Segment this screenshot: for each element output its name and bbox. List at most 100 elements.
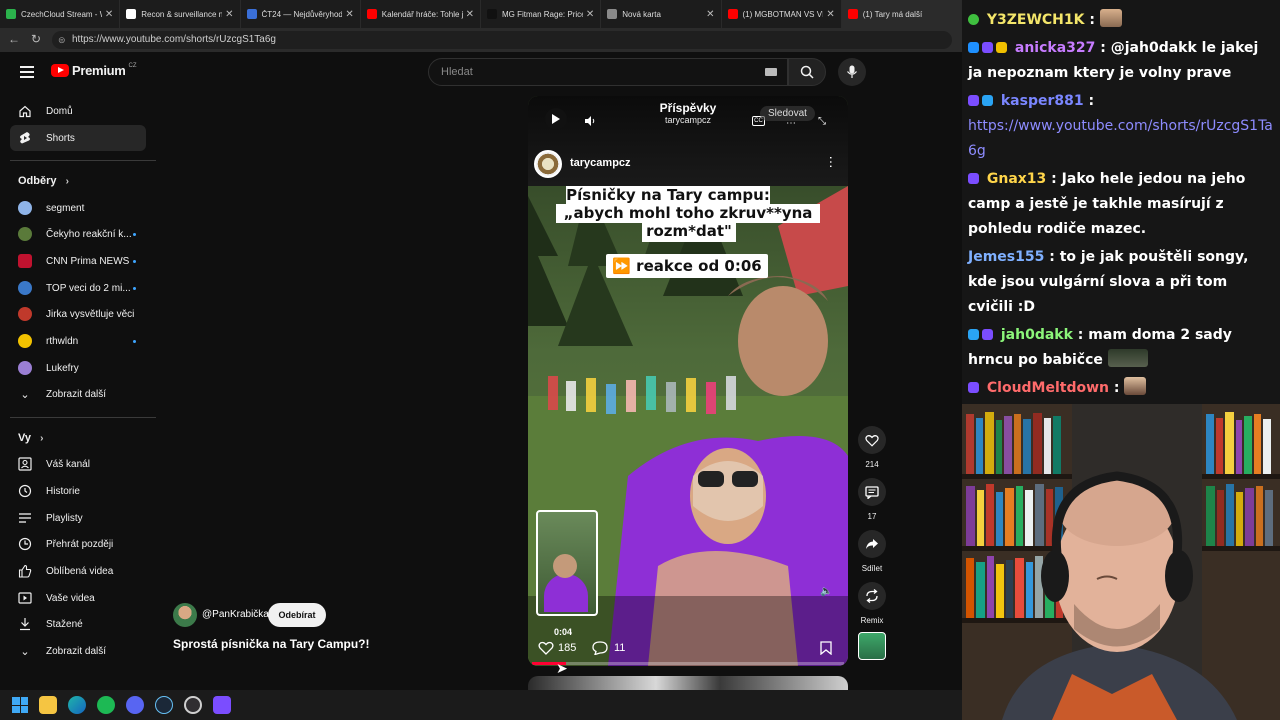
- more-vert-icon[interactable]: ⋯: [823, 156, 839, 169]
- reload-icon[interactable]: ↻: [31, 32, 41, 46]
- short-player[interactable]: Příspěvky tarycampcz CC Sledovat ⋯ ⤡ tar…: [528, 96, 848, 666]
- steam-icon[interactable]: [155, 696, 173, 714]
- windows-icon[interactable]: [12, 697, 28, 713]
- keyboard-icon[interactable]: [765, 68, 777, 76]
- you-heading[interactable]: Vy ›: [18, 432, 43, 444]
- app-icon[interactable]: [213, 696, 231, 714]
- audio-thumbnail[interactable]: [858, 632, 886, 660]
- browser-tab[interactable]: (1) MGBOTMAN VS VIDF✕: [722, 0, 842, 28]
- tab-title: (1) MGBOTMAN VS VIDF: [742, 9, 824, 19]
- obs-icon[interactable]: [184, 696, 202, 714]
- sidebar-item-label: Playlisty: [46, 512, 83, 524]
- sidebar-item-home[interactable]: Domů: [10, 98, 146, 124]
- browser-tab[interactable]: Nová karta ✕: [601, 0, 722, 28]
- sidebar-item-downloads[interactable]: Stažené: [10, 611, 146, 637]
- channel-avatar: [18, 227, 32, 241]
- next-short-preview[interactable]: [528, 676, 848, 690]
- close-icon[interactable]: ✕: [826, 9, 834, 20]
- url-text: https://www.youtube.com/shorts/rUzcgS1Ta…: [72, 34, 276, 45]
- chat-username[interactable]: jah0dakk: [1001, 327, 1073, 343]
- chat-username[interactable]: Y3ZEWCH1K: [987, 12, 1085, 28]
- sidebar-item-subscription[interactable]: rthwldn: [10, 328, 146, 354]
- sidebar-item-watch-later[interactable]: Přehrát později: [10, 531, 146, 557]
- sidebar-item-liked-videos[interactable]: Oblíbená videa: [10, 558, 146, 584]
- chat-username[interactable]: Jemes155: [968, 249, 1044, 265]
- author-handle[interactable]: @PanKrabička: [202, 609, 269, 620]
- chat-message: CloudMeltdown :: [968, 376, 1274, 401]
- chat-username[interactable]: CloudMeltdown: [987, 380, 1109, 396]
- close-icon[interactable]: ✕: [345, 9, 353, 20]
- channel-name[interactable]: tarycampcz: [570, 157, 631, 169]
- chat-username[interactable]: Gnax13: [987, 171, 1046, 187]
- chat-separator: :: [1095, 40, 1111, 56]
- close-icon[interactable]: ✕: [586, 9, 594, 20]
- subscriptions-heading[interactable]: Odběry ›: [18, 175, 69, 187]
- close-icon[interactable]: ✕: [706, 9, 714, 20]
- sidebar-item-subscription[interactable]: segment: [10, 195, 146, 221]
- site-info-icon[interactable]: ⊜: [58, 31, 66, 49]
- search-button[interactable]: [788, 58, 826, 86]
- url-field[interactable]: ⊜ https://www.youtube.com/shorts/rUzcgS1…: [52, 31, 952, 49]
- author-avatar[interactable]: [173, 603, 197, 627]
- browser-tab-active[interactable]: (1) Tary má další: [841, 0, 962, 28]
- browser-tab[interactable]: MG Fitman Rage: Price P✕: [481, 0, 602, 28]
- play-button[interactable]: [545, 108, 567, 130]
- sidebar-item-subscription[interactable]: CNN Prima NEWS: [10, 248, 146, 274]
- close-icon[interactable]: ✕: [105, 9, 113, 20]
- mute-icon[interactable]: 🔈: [820, 586, 832, 597]
- sidebar-item-label: Čekyho reakční k...: [46, 228, 132, 240]
- new-content-dot: [133, 232, 136, 236]
- crown-badge-icon: [996, 42, 1007, 53]
- back-icon[interactable]: ←: [8, 32, 20, 46]
- chat-badge-icon: [968, 329, 979, 340]
- remix-button[interactable]: [858, 582, 886, 610]
- subscriptions-heading-label: Odběry: [18, 175, 57, 187]
- browser-tab[interactable]: Kalendář hráče: Tohle jsq✕: [361, 0, 481, 28]
- spotify-icon[interactable]: [97, 696, 115, 714]
- sidebar-item-show-more[interactable]: ⌄ Zobrazit další: [10, 381, 146, 407]
- sidebar-item-your-channel[interactable]: Váš kanál: [10, 451, 146, 477]
- chat-username[interactable]: anicka327: [1015, 40, 1096, 56]
- short-title[interactable]: Sprostá písnička na Tary Campu?!: [173, 637, 370, 651]
- sidebar-item-subscription[interactable]: Čekyho reakční k...: [10, 221, 146, 247]
- sidebar-item-subscription[interactable]: TOP veci do 2 mi...: [10, 275, 146, 301]
- sidebar-item-subscription[interactable]: Lukefry: [10, 355, 146, 381]
- expand-icon[interactable]: ⤡: [818, 116, 826, 127]
- channel-icon: [18, 457, 32, 471]
- browser-tab[interactable]: Recon & surveillance na ✕: [120, 0, 241, 28]
- inner-comment-count: 11: [614, 642, 626, 654]
- progress-bar[interactable]: [532, 662, 844, 665]
- sidebar-item-playlists[interactable]: Playlisty: [10, 505, 146, 531]
- sidebar-item-shorts[interactable]: Shorts: [10, 125, 146, 151]
- discord-icon[interactable]: [126, 696, 144, 714]
- short-header: Příspěvky tarycampcz: [628, 101, 748, 125]
- sidebar-item-show-more[interactable]: ⌄ Zobrazit další: [10, 638, 146, 664]
- chat-link[interactable]: https://www.youtube.com/shorts/rUzcgS1Ta…: [968, 118, 1273, 159]
- more-options-icon[interactable]: ⋯: [786, 118, 796, 129]
- explorer-icon[interactable]: [39, 696, 57, 714]
- inner-comments[interactable]: 11: [592, 641, 625, 655]
- chat-separator: :: [1109, 380, 1125, 396]
- voice-search-button[interactable]: [838, 58, 866, 86]
- like-button[interactable]: [858, 426, 886, 454]
- sidebar-item-history[interactable]: Historie: [10, 478, 146, 504]
- sidebar-item-your-videos[interactable]: Vaše videa: [10, 585, 146, 611]
- browser-tab[interactable]: ČT24 — Nejdůvěryhodn ✕: [241, 0, 361, 28]
- subscribe-button[interactable]: Odebírat: [268, 603, 326, 627]
- chat-username[interactable]: kasper881: [1001, 93, 1084, 109]
- search-input[interactable]: Hledat: [428, 58, 788, 86]
- edge-icon[interactable]: [68, 696, 86, 714]
- comments-button[interactable]: [858, 478, 886, 506]
- streamer-webcam: [962, 404, 1280, 720]
- channel-avatar[interactable]: [534, 150, 562, 178]
- volume-icon[interactable]: [584, 114, 596, 132]
- bookmark-icon[interactable]: [820, 641, 832, 660]
- inner-like[interactable]: 185: [538, 641, 576, 655]
- reaction-thumbnail[interactable]: [536, 510, 598, 616]
- close-icon[interactable]: ✕: [466, 9, 474, 20]
- browser-tab[interactable]: CzechCloud Stream - W ✕: [0, 0, 121, 28]
- share-button[interactable]: [858, 530, 886, 558]
- sidebar-item-subscription[interactable]: Jirka vysvětluje věci: [10, 301, 146, 327]
- close-icon[interactable]: ✕: [225, 9, 233, 20]
- search-placeholder: Hledat: [441, 66, 473, 78]
